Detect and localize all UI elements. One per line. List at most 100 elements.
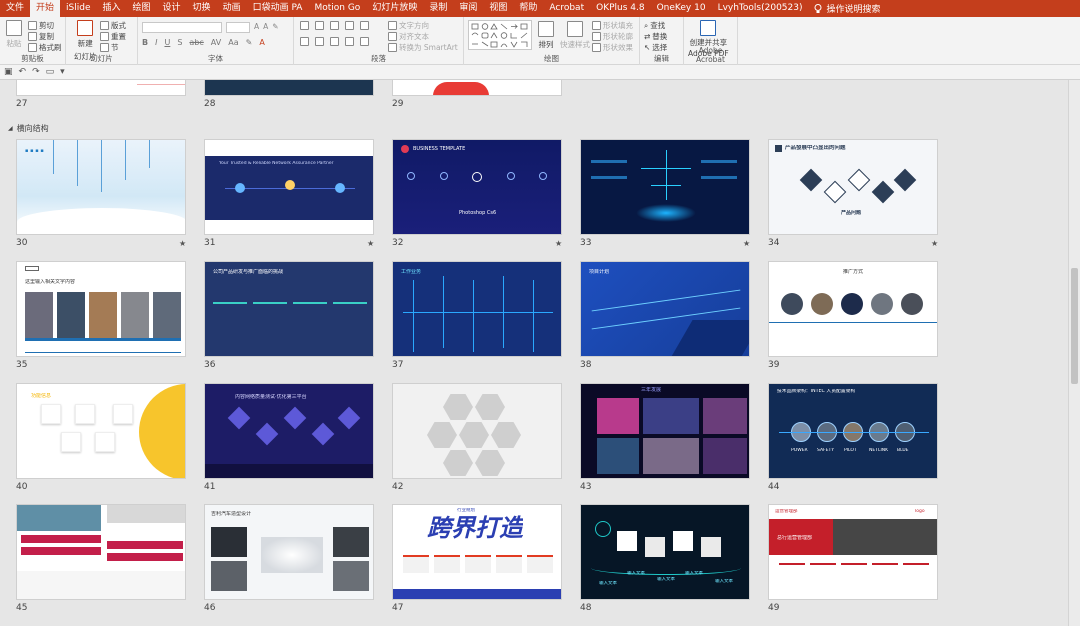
tab-review[interactable]: 审阅	[453, 0, 483, 17]
slide-thumbnail-39[interactable]: 推广方式	[768, 261, 938, 357]
tab-transitions[interactable]: 切换	[187, 0, 217, 17]
shape-effects-button[interactable]: 形状效果	[592, 42, 633, 53]
slide-caption: 技术品牌架构：INTEC 人员配置架构	[777, 389, 856, 394]
scrollbar-thumb[interactable]	[1071, 268, 1078, 384]
increase-indent-icon[interactable]	[345, 21, 354, 30]
tab-animations[interactable]: 动画	[217, 0, 247, 17]
tab-file[interactable]: 文件	[0, 0, 30, 17]
tab-record[interactable]: 录制	[423, 0, 453, 17]
slide-thumbnail-49[interactable]: 运营管理部 logo 总行运营管理部	[768, 504, 938, 600]
select-button[interactable]: ↖ 选择	[644, 42, 667, 53]
shrink-font-icon[interactable]: A	[263, 22, 268, 31]
cut-button[interactable]: 剪切	[28, 20, 54, 31]
highlight-icon[interactable]: ✎	[246, 38, 253, 47]
slide-thumbnail-40[interactable]: 功能信息	[16, 383, 186, 479]
tab-acrobat[interactable]: Acrobat	[543, 0, 590, 17]
slide-thumbnail-37[interactable]: 工作业务	[392, 261, 562, 357]
underline-icon[interactable]: U	[164, 38, 170, 47]
layout-button[interactable]: 版式	[100, 20, 126, 31]
arrange-button[interactable]: 排列	[538, 21, 554, 50]
change-case-icon[interactable]: Aa	[228, 38, 238, 47]
format-painter-button[interactable]: 格式刷	[28, 42, 62, 53]
tab-design[interactable]: 设计	[157, 0, 187, 17]
vertical-scrollbar[interactable]	[1068, 80, 1080, 626]
tab-onekey[interactable]: OneKey 10	[651, 0, 712, 17]
slide-thumbnail-29[interactable]	[392, 80, 562, 96]
section-label: 节	[111, 43, 119, 52]
quick-styles-button[interactable]: 快速样式	[560, 21, 590, 50]
slide-thumbnail-42[interactable]	[392, 383, 562, 479]
bold-icon[interactable]: B	[142, 38, 148, 47]
slide-thumbnail-30[interactable]: ▪ ▪ ▪ ▪	[16, 139, 186, 235]
slide-thumbnail-33[interactable]	[580, 139, 750, 235]
tab-draw[interactable]: 绘图	[127, 0, 157, 17]
list-buttons	[300, 21, 369, 30]
numbering-icon[interactable]	[315, 21, 324, 30]
present-icon[interactable]: ▭	[46, 67, 55, 77]
bullets-icon[interactable]	[300, 21, 309, 30]
slide-thumbnail-46[interactable]: 吉利汽车造型设计	[204, 504, 374, 600]
tab-lvyhtools[interactable]: LvyhTools(200523)	[712, 0, 809, 17]
tab-insert[interactable]: 插入	[97, 0, 127, 17]
tab-home[interactable]: 开始	[30, 0, 61, 17]
strikethrough-icon[interactable]: abc	[189, 38, 203, 47]
reset-button[interactable]: 重置	[100, 31, 126, 42]
shadow-icon[interactable]: S	[177, 38, 182, 47]
justify-icon[interactable]	[345, 37, 354, 46]
align-left-icon[interactable]	[300, 37, 309, 46]
columns-icon[interactable]	[360, 37, 369, 46]
tab-motion-go[interactable]: Motion Go	[308, 0, 366, 17]
shapes-gallery[interactable]	[468, 20, 532, 50]
slide-thumbnail-34[interactable]: 产品發展中凸显出的问题 产品问题	[768, 139, 938, 235]
slide-thumbnail-48[interactable]: 输入文本 输入文本 输入文本 输入文本 输入文本	[580, 504, 750, 600]
section-header[interactable]: ◢ 横向结构	[8, 123, 49, 134]
paste-button[interactable]: 粘贴	[6, 20, 22, 49]
smartart-button[interactable]: 转换为 SmartArt	[388, 42, 458, 53]
slide-thumbnail-28[interactable]	[204, 80, 374, 96]
line-spacing-icon[interactable]	[360, 21, 369, 30]
decrease-indent-icon[interactable]	[330, 21, 339, 30]
tell-me-search[interactable]: 操作说明搜索	[814, 2, 881, 15]
slide-thumbnail-41[interactable]: 内容网络质量测试·优化第三平台	[204, 383, 374, 479]
copy-button[interactable]: 复制	[28, 31, 54, 42]
slide-thumbnail-32[interactable]: BUSINESS TEMPLATE Photoshop Cs6	[392, 139, 562, 235]
save-icon[interactable]: ▣	[4, 67, 13, 77]
clear-format-icon[interactable]: ✎	[272, 22, 278, 31]
acrobat-label: Adobe Acrobat	[696, 46, 725, 64]
slide-thumbnail-45[interactable]	[16, 504, 186, 600]
shape-outline-button[interactable]: 形状轮廓	[592, 31, 633, 42]
customize-qat-icon[interactable]: ▾	[60, 67, 65, 77]
slide-thumbnail-31[interactable]: Your Trusted & Reliable Network Assuranc…	[204, 139, 374, 235]
slide-thumbnail-27[interactable]	[16, 80, 186, 96]
italic-icon[interactable]: I	[155, 38, 157, 47]
font-size-dropdown[interactable]	[226, 22, 250, 33]
section-button[interactable]: 节	[100, 42, 119, 53]
align-text-button[interactable]: 对齐文本	[388, 31, 429, 42]
redo-icon[interactable]: ↷	[32, 67, 40, 77]
slide-thumbnail-47[interactable]: 行业规划 跨界打造	[392, 504, 562, 600]
tab-pocket-animation[interactable]: 口袋动画 PA	[247, 0, 309, 17]
slide-thumbnail-44[interactable]: 技术品牌架构：INTEC 人员配置架构 POWER SAFETY PILOT N…	[768, 383, 938, 479]
slide-thumbnail-38[interactable]: 项目计划	[580, 261, 750, 357]
text-direction-button[interactable]: 文字方向	[388, 20, 429, 31]
font-color-icon[interactable]: A	[259, 38, 264, 47]
tab-slideshow[interactable]: 幻灯片放映	[366, 0, 423, 17]
tab-okplus[interactable]: OKPlus 4.8	[590, 0, 650, 17]
slides-label: 幻灯片	[90, 54, 113, 63]
replace-button[interactable]: ⇄ 替换	[644, 31, 667, 42]
align-center-icon[interactable]	[315, 37, 324, 46]
tab-islide[interactable]: iSlide	[60, 0, 96, 17]
find-button[interactable]: ⌕ 查找	[644, 20, 665, 31]
slide-thumbnail-43[interactable]: 三年发展	[580, 383, 750, 479]
grow-font-icon[interactable]: A	[254, 22, 259, 31]
tab-view[interactable]: 视图	[483, 0, 513, 17]
shape-fill-button[interactable]: 形状填充	[592, 20, 633, 31]
char-spacing-icon[interactable]: AV	[211, 38, 221, 47]
slide-caption: BLUE	[897, 448, 909, 453]
undo-icon[interactable]: ↶	[19, 67, 27, 77]
tab-help[interactable]: 帮助	[513, 0, 543, 17]
align-right-icon[interactable]	[330, 37, 339, 46]
font-name-dropdown[interactable]	[142, 22, 222, 33]
slide-thumbnail-36[interactable]: 公司产品研发与推广面临的挑战	[204, 261, 374, 357]
slide-thumbnail-35[interactable]: 这里输入相关文字内容	[16, 261, 186, 357]
